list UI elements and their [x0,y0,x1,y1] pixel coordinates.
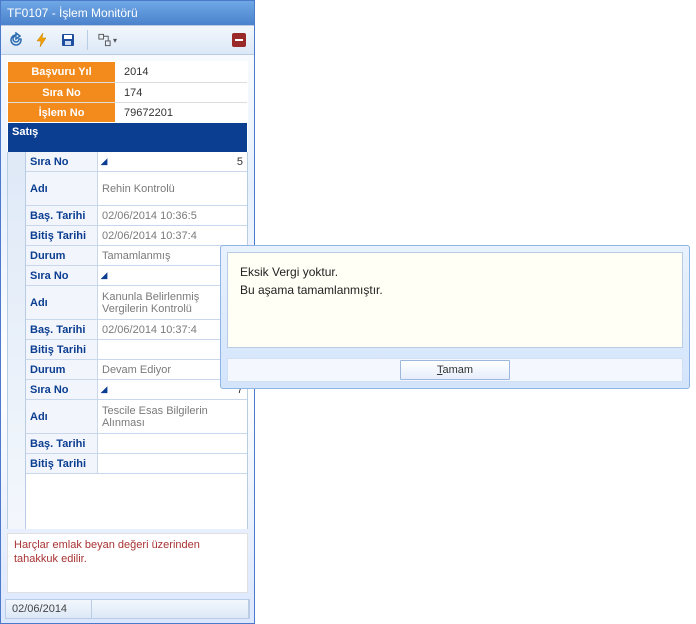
grid-label: Bitiş Tarihi [26,454,98,473]
statusbar: 02/06/2014 [5,599,250,619]
execute-button[interactable] [31,29,53,51]
message-dialog: Eksik Vergi yoktur. Bu aşama tamamlanmış… [220,245,690,389]
save-button[interactable] [57,29,79,51]
grid-row-adi[interactable]: AdıTescile Esas Bilgilerin Alınması [26,400,247,434]
sort-indicator-icon: ◢ [98,266,110,285]
form-label: İşlem No [8,103,116,122]
close-icon [232,33,246,47]
grid-label: Adı [26,400,98,433]
form-value[interactable]: 174 [116,83,247,102]
layout-button[interactable]: ▾ [96,29,118,51]
status-empty [92,600,249,618]
grid-value: Rehin Kontrolü [98,172,247,205]
main-window: TF0107 - İşlem Monitörü ▾ Başvuru Yıl 20… [0,0,255,624]
grid-value [98,434,247,453]
grid-label: Baş. Tarihi [26,320,98,339]
grid-label: Bitiş Tarihi [26,226,98,245]
footer-note: Harçlar emlak beyan değeri üzerinden tah… [7,533,248,593]
grid-value: 02/06/2014 10:37:4 [98,226,247,245]
row-gutter [8,152,26,529]
chevron-down-icon: ▾ [113,36,117,45]
lightning-icon [34,32,50,48]
window-title: TF0107 - İşlem Monitörü [7,6,138,20]
section-header[interactable]: Satış [7,123,248,152]
toolbar: ▾ [1,25,254,55]
form-row-islem-no: İşlem No 79672201 [8,102,247,122]
grid-row-sira_no[interactable]: Sıra No◢6 [26,266,247,286]
dialog-footer: Tamam [227,358,683,382]
refresh-button[interactable] [5,29,27,51]
grid-row-bas_tarihi[interactable]: Baş. Tarihi02/06/2014 10:36:5 [26,206,247,226]
grid-row-sira_no[interactable]: Sıra No◢7 [26,380,247,400]
status-date: 02/06/2014 [6,600,92,618]
titlebar: TF0107 - İşlem Monitörü [1,1,254,25]
message-text: Eksik Vergi yoktur. Bu aşama tamamlanmış… [227,252,683,348]
grid-label: Sıra No [26,266,98,285]
ok-button[interactable]: Tamam [400,360,510,380]
header-form: Başvuru Yıl 2014 Sıra No 174 İşlem No 79… [7,61,248,123]
grid-row-adi[interactable]: AdıKanunla Belirlenmiş Vergilerin Kontro… [26,286,247,320]
layout-icon [97,32,112,48]
grid-label: Adı [26,286,98,319]
grid-value: Tescile Esas Bilgilerin Alınması [98,400,247,433]
grid-label: Baş. Tarihi [26,206,98,225]
form-value[interactable]: 79672201 [116,103,247,122]
grid-row-adi[interactable]: AdıRehin Kontrolü [26,172,247,206]
grid-value: 5 [110,152,247,171]
sort-indicator-icon: ◢ [98,152,110,171]
close-panel-button[interactable] [228,29,250,51]
refresh-icon [8,32,24,48]
grid-label: Bitiş Tarihi [26,340,98,359]
grid-row-durum[interactable]: DurumTamamlanmış [26,246,247,266]
form-value[interactable]: 2014 [116,62,247,82]
grid-row-bitis_tarihi[interactable]: Bitiş Tarihi [26,454,247,474]
grid-row-sira_no[interactable]: Sıra No◢5 [26,152,247,172]
grid-label: Durum [26,246,98,265]
grid-label: Adı [26,172,98,205]
grid-label: Sıra No [26,152,98,171]
grid-label: Baş. Tarihi [26,434,98,453]
grid-row-bas_tarihi[interactable]: Baş. Tarihi02/06/2014 10:37:4 [26,320,247,340]
grid-value: 02/06/2014 10:36:5 [98,206,247,225]
grid-label: Durum [26,360,98,379]
grid-row-bitis_tarihi[interactable]: Bitiş Tarihi [26,340,247,360]
sort-indicator-icon: ◢ [98,380,110,399]
grid[interactable]: Sıra No◢5AdıRehin KontrolüBaş. Tarihi02/… [26,152,247,529]
form-row-sira-no: Sıra No 174 [8,82,247,102]
save-icon [60,32,76,48]
grid-value [98,454,247,473]
form-label: Sıra No [8,83,116,102]
form-row-basvuru-yil: Başvuru Yıl 2014 [8,62,247,82]
grid-area: Sıra No◢5AdıRehin KontrolüBaş. Tarihi02/… [7,152,248,529]
grid-row-durum[interactable]: DurumDevam Ediyor [26,360,247,380]
grid-row-bitis_tarihi[interactable]: Bitiş Tarihi02/06/2014 10:37:4 [26,226,247,246]
grid-label: Sıra No [26,380,98,399]
toolbar-separator [87,30,88,50]
grid-row-bas_tarihi[interactable]: Baş. Tarihi [26,434,247,454]
form-label: Başvuru Yıl [8,62,116,82]
